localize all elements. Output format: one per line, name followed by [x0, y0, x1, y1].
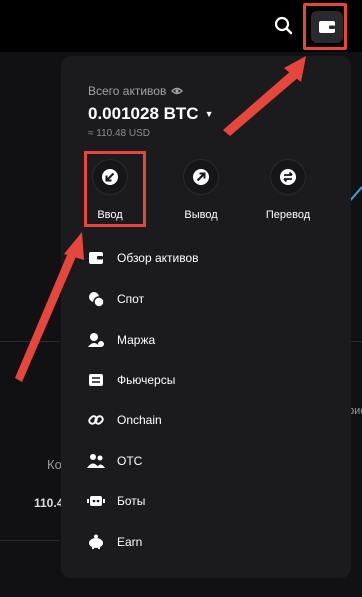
annotation-arrow-wallet	[223, 70, 300, 136]
annotation-arrows	[15, 56, 306, 382]
annotation-arrow-deposit	[15, 248, 78, 382]
